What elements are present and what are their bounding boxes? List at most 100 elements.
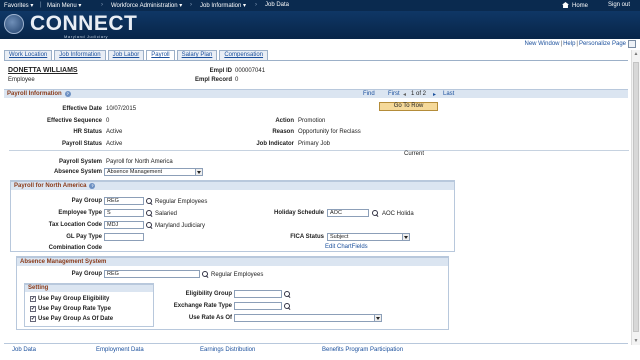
- brand-header: CONNECT Maryland Judiciary: [0, 11, 640, 39]
- reason-label: Reason: [272, 129, 294, 135]
- ams-pay-group-input[interactable]: REG: [104, 270, 200, 278]
- nav-separator: ›: [255, 2, 257, 8]
- go-to-row-button[interactable]: Go To Row: [379, 102, 438, 111]
- lookup-icon[interactable]: [202, 271, 209, 278]
- tab-compensation[interactable]: Compensation: [219, 50, 269, 60]
- personalize-page-link[interactable]: Personalize Page: [579, 41, 626, 47]
- employee-role: Employee: [8, 77, 35, 83]
- workforce-label: Workforce Administration: [111, 3, 178, 9]
- action-value: Promotion: [298, 118, 326, 124]
- exchange-rate-type-label: Exchange Rate Type: [173, 303, 232, 309]
- empl-id-label: Empl ID: [209, 68, 232, 74]
- current-indicator: Current: [404, 151, 425, 157]
- gl-pay-type-input[interactable]: [104, 233, 144, 241]
- favorites-menu[interactable]: Favorites ▾: [4, 2, 33, 9]
- lookup-icon[interactable]: [146, 198, 153, 205]
- chevron-down-icon: [402, 234, 409, 240]
- effective-sequence-value: 0: [106, 118, 110, 124]
- new-window-link[interactable]: New Window: [524, 41, 559, 47]
- next-icon[interactable]: ▸: [433, 91, 436, 98]
- holiday-schedule-input[interactable]: AOC: [327, 209, 369, 217]
- use-pay-group-eligibility-checkbox[interactable]: ✔: [30, 296, 36, 302]
- exchange-rate-type-input[interactable]: [234, 302, 282, 310]
- scroll-thumb[interactable]: [633, 62, 639, 332]
- eligibility-group-input[interactable]: [234, 290, 282, 298]
- maximize-icon[interactable]: [628, 40, 636, 48]
- combination-code-label: Combination Code: [48, 245, 102, 251]
- fica-status-label: FICA Status: [290, 234, 324, 240]
- help-icon[interactable]: ?: [89, 183, 96, 189]
- ams-pay-group-label: Pay Group: [71, 271, 102, 277]
- pay-group-description: Regular Employees: [155, 199, 208, 205]
- employee-name: DONETTA WILLIAMS: [8, 67, 78, 74]
- brand-title: CONNECT: [30, 12, 138, 35]
- payroll-status-value: Active: [106, 141, 123, 147]
- chevron-down-icon: [195, 169, 202, 175]
- pna-header: Payroll for North America?: [11, 181, 454, 190]
- action-label: Action: [275, 118, 294, 124]
- row-count: 1 of 2: [411, 91, 427, 97]
- reason-value: Opportunity for Reclass: [298, 129, 361, 135]
- payroll-information-header: Payroll Information?: [4, 89, 628, 98]
- tab-divider: [4, 60, 628, 61]
- pna-title: Payroll for North America: [14, 183, 87, 189]
- scroll-down-icon[interactable]: ▼: [633, 338, 639, 344]
- employee-type-input[interactable]: S: [104, 209, 144, 217]
- page-footer-links: Job Data Employment Data Earnings Distri…: [4, 343, 628, 355]
- payroll-system-label: Payroll System: [58, 159, 102, 165]
- tax-location-label: Tax Location Code: [48, 222, 102, 228]
- ams-header: Absence Management System: [17, 257, 448, 266]
- job-information-menu[interactable]: Job Information ▾: [200, 2, 246, 9]
- help-icon[interactable]: ?: [64, 91, 71, 97]
- brand-subtitle: Maryland Judiciary: [64, 34, 109, 39]
- absence-system-value: Absence Management: [107, 169, 163, 175]
- nav-separator: |: [40, 2, 42, 8]
- tab-work-location[interactable]: Work Location: [4, 50, 53, 60]
- job-data-breadcrumb[interactable]: Job Data: [265, 2, 289, 8]
- tab-job-labor[interactable]: Job Labor: [107, 50, 145, 60]
- home-link[interactable]: Home: [562, 2, 588, 9]
- tax-location-input[interactable]: MDJ: [104, 221, 144, 229]
- last-link[interactable]: Last: [443, 91, 454, 97]
- tab-payroll[interactable]: Payroll: [146, 50, 175, 60]
- tab-salary-plan[interactable]: Salary Plan: [176, 50, 218, 60]
- absence-system-label: Absence System: [53, 169, 102, 175]
- scroll-up-icon[interactable]: ▲: [633, 51, 639, 57]
- footer-job-data-link[interactable]: Job Data: [12, 347, 36, 353]
- lookup-icon[interactable]: [146, 222, 153, 229]
- home-icon: [562, 2, 569, 8]
- help-link[interactable]: Help: [563, 41, 575, 47]
- fica-status-select[interactable]: Subject: [327, 233, 410, 241]
- ams-pay-group-description: Regular Employees: [211, 272, 264, 278]
- footer-employment-data-link[interactable]: Employment Data: [96, 347, 144, 353]
- pay-group-input[interactable]: REG: [104, 197, 144, 205]
- edit-chartfields-link[interactable]: Edit ChartFields: [325, 244, 368, 250]
- sign-out-link[interactable]: Sign out: [608, 2, 630, 8]
- lookup-icon[interactable]: [372, 210, 379, 217]
- lookup-icon[interactable]: [284, 291, 291, 298]
- page-tabs: Work Location Job Information Job Labor …: [4, 50, 269, 60]
- absence-system-select[interactable]: Absence Management: [104, 168, 203, 176]
- nav-separator: ›: [101, 2, 103, 8]
- use-pay-group-rate-type-checkbox[interactable]: ✔: [30, 306, 36, 312]
- find-link[interactable]: Find: [363, 91, 375, 97]
- footer-earnings-distribution-link[interactable]: Earnings Distribution: [200, 347, 255, 353]
- nav-separator: ›: [190, 2, 192, 8]
- workforce-menu[interactable]: Workforce Administration ▾: [111, 2, 182, 9]
- lookup-icon[interactable]: [284, 303, 291, 310]
- use-rate-as-of-select[interactable]: [234, 314, 382, 322]
- use-pay-group-eligibility-label: Use Pay Group Eligibility: [38, 296, 110, 302]
- use-pay-group-as-of-date-label: Use Pay Group As Of Date: [38, 316, 114, 322]
- vertical-scrollbar[interactable]: ▲ ▼: [631, 50, 640, 345]
- job-indicator-value: Primary Job: [298, 141, 331, 147]
- job-indicator-label: Job Indicator: [256, 141, 294, 147]
- first-link[interactable]: First: [388, 91, 400, 97]
- lookup-icon[interactable]: [146, 210, 153, 217]
- main-menu[interactable]: Main Menu ▾: [47, 2, 81, 9]
- use-pay-group-as-of-date-checkbox[interactable]: ✔: [30, 316, 36, 322]
- use-pay-group-rate-type-label: Use Pay Group Rate Type: [38, 306, 111, 312]
- prev-icon[interactable]: ◂: [403, 91, 406, 98]
- tab-job-information[interactable]: Job Information: [54, 50, 106, 60]
- footer-benefits-link[interactable]: Benefits Program Participation: [322, 347, 403, 353]
- empl-record-value: 0: [235, 77, 239, 83]
